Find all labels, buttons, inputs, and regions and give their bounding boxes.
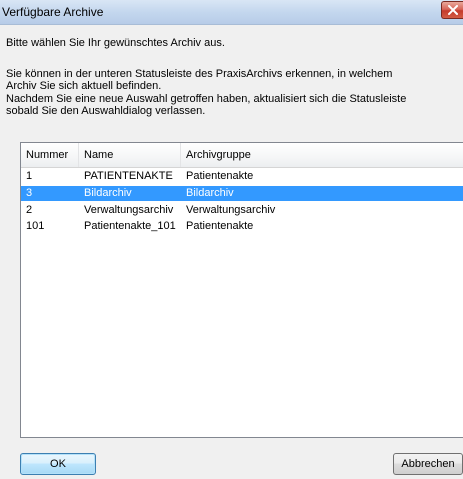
cell-name: Patientenakte_101 bbox=[84, 220, 176, 232]
list-row[interactable]: 1 PATIENTENAKTE Patientenakte bbox=[21, 169, 463, 184]
cell-nummer: 1 bbox=[26, 170, 33, 182]
column-header-name[interactable]: Name bbox=[79, 143, 181, 167]
info-text-line-2: Archiv Sie sich aktuell befinden. bbox=[6, 80, 162, 92]
cell-name: Verwaltungsarchiv bbox=[84, 204, 174, 216]
dialog-window: Verfügbare Archive Bitte wählen Sie Ihr … bbox=[0, 0, 463, 479]
cell-nummer: 3 bbox=[26, 187, 33, 199]
info-text-line-3: Nachdem Sie eine neue Auswahl getroffen … bbox=[6, 93, 407, 105]
list-row-selected[interactable]: 3 Bildarchiv Bildarchiv bbox=[21, 186, 463, 201]
list-row[interactable]: 101 Patientenakte_101 Patientenakte bbox=[21, 219, 463, 234]
cell-archivgruppe: Bildarchiv bbox=[186, 187, 234, 199]
cell-nummer: 101 bbox=[26, 220, 45, 232]
info-text-line-1: Sie können in der unteren Statusleiste d… bbox=[6, 68, 393, 80]
list-header: Nummer Name Archivgruppe bbox=[21, 143, 463, 168]
cell-nummer: 2 bbox=[26, 204, 33, 216]
close-icon bbox=[448, 5, 458, 15]
cancel-button[interactable]: Abbrechen bbox=[393, 453, 463, 475]
info-text-line-4: sobald Sie den Auswahldialog verlassen. bbox=[6, 105, 206, 117]
cell-archivgruppe: Patientenakte bbox=[186, 170, 254, 182]
window-title: Verfügbare Archive bbox=[2, 5, 104, 19]
cell-archivgruppe: Verwaltungsarchiv bbox=[186, 204, 276, 216]
cell-name: Bildarchiv bbox=[84, 187, 132, 199]
list-row[interactable]: 2 Verwaltungsarchiv Verwaltungsarchiv bbox=[21, 203, 463, 218]
cell-archivgruppe: Patientenakte bbox=[186, 220, 254, 232]
close-button[interactable] bbox=[441, 1, 463, 19]
title-bar[interactable]: Verfügbare Archive bbox=[0, 0, 463, 25]
archive-list[interactable]: Nummer Name Archivgruppe 1 PATIENTENAKTE… bbox=[20, 142, 463, 438]
cell-name: PATIENTENAKTE bbox=[84, 170, 173, 182]
column-header-archivgruppe[interactable]: Archivgruppe bbox=[181, 143, 463, 167]
ok-button[interactable]: OK bbox=[20, 453, 96, 475]
instruction-text: Bitte wählen Sie Ihr gewünschtes Archiv … bbox=[6, 37, 225, 49]
column-header-nummer[interactable]: Nummer bbox=[21, 143, 79, 167]
